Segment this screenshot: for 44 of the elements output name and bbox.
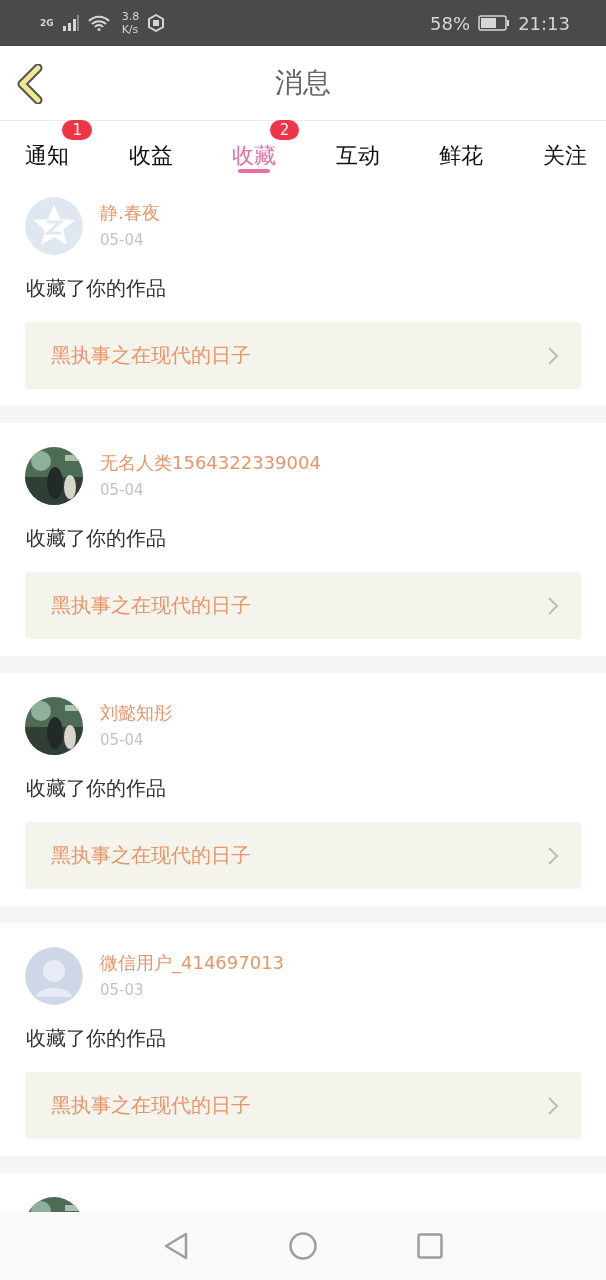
message-date: 05-04 xyxy=(100,731,145,749)
home-nav-icon[interactable] xyxy=(289,1232,317,1260)
message-date: 05-04 xyxy=(100,231,145,249)
signal-icon xyxy=(61,15,80,31)
tab[interactable]: 鲜花 xyxy=(430,141,493,179)
battery-percent: 58% xyxy=(430,12,471,34)
work-link[interactable]: 黑执事之在现代的日子 xyxy=(25,572,581,639)
message-date: 05-04 xyxy=(100,481,145,499)
chevron-right-icon xyxy=(547,845,559,866)
user-name[interactable]: 刘懿知彤 xyxy=(100,701,172,725)
tab[interactable]: 互动 xyxy=(326,141,389,179)
clock: 21:13 xyxy=(518,12,570,34)
tab-underline xyxy=(238,169,271,173)
recents-nav-icon[interactable] xyxy=(417,1233,443,1259)
chevron-right-icon xyxy=(547,345,559,366)
work-link[interactable]: 黑执事之在现代的日子 xyxy=(25,322,581,389)
speed-unit: K/s xyxy=(121,23,140,36)
hexagon-icon xyxy=(147,14,166,32)
tab[interactable]: 收益 xyxy=(119,141,182,179)
message-text: 收藏了你的作品 xyxy=(26,1025,167,1052)
network-type: 2G xyxy=(40,18,54,28)
message-text: 收藏了你的作品 xyxy=(26,525,167,552)
page-title: 消息 xyxy=(275,65,331,101)
battery-icon xyxy=(478,15,511,31)
user-name[interactable]: 静.春夜 xyxy=(100,201,160,225)
star-avatar-icon xyxy=(25,197,83,255)
work-link[interactable]: 黑执事之在现代的日子 xyxy=(25,1072,581,1139)
chevron-right-icon xyxy=(547,595,559,616)
message-text: 收藏了你的作品 xyxy=(26,275,167,302)
tab[interactable]: 关注 xyxy=(533,141,596,179)
count-badge: 2 xyxy=(269,120,300,140)
message-date: 05-03 xyxy=(100,981,145,999)
tab[interactable]: 收藏 xyxy=(223,141,286,179)
wifi-icon xyxy=(87,15,110,31)
person-avatar-icon xyxy=(25,947,83,1005)
user-name[interactable]: 无名人类1564322339004 xyxy=(100,451,321,475)
count-badge: 1 xyxy=(62,120,92,140)
work-link[interactable]: 黑执事之在现代的日子 xyxy=(25,822,581,889)
speed-value: 3.8 xyxy=(121,10,140,23)
tab[interactable]: 通知 xyxy=(16,141,78,179)
chevron-right-icon xyxy=(547,1095,559,1116)
message-text: 收藏了你的作品 xyxy=(26,775,167,802)
back-nav-icon[interactable] xyxy=(163,1231,189,1261)
user-name[interactable]: 微信用户_414697013 xyxy=(100,951,285,975)
